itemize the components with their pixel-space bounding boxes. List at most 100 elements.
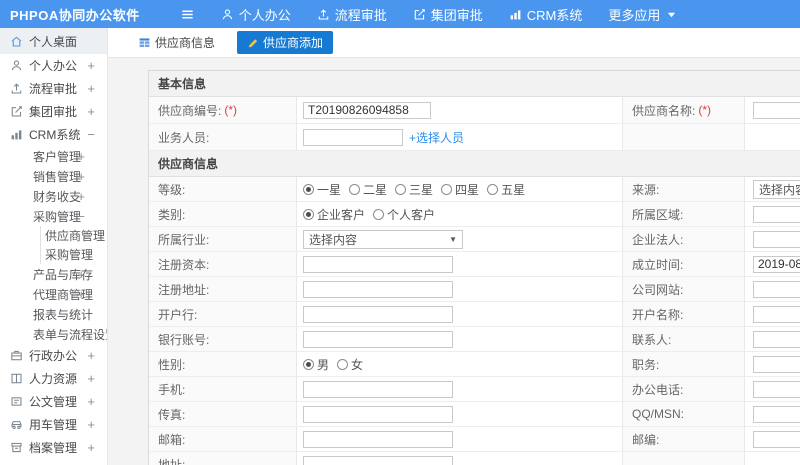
field-label: 成立时间: [623, 252, 745, 277]
radio-button[interactable] [337, 358, 349, 370]
text-input[interactable] [303, 380, 453, 398]
text-input[interactable] [753, 430, 800, 448]
field-label: 注册资本: [149, 252, 297, 277]
radio-label: 三星 [409, 182, 434, 197]
text-input[interactable] [753, 230, 800, 248]
collapse-minus-icon[interactable]: − [77, 209, 85, 224]
radio-button[interactable] [487, 183, 499, 195]
expand-plus-icon[interactable]: + [87, 348, 95, 363]
text-input[interactable] [753, 305, 800, 323]
sidebar-item[interactable]: 产品与库存 + [0, 264, 107, 284]
expand-plus-icon[interactable]: + [77, 267, 85, 282]
field-value-cell [745, 202, 800, 227]
topnav-item-label: 流程审批 [334, 7, 387, 23]
sidebar-item[interactable]: 用车管理 + [0, 413, 107, 436]
sidebar-item[interactable]: 档案管理 + [0, 436, 107, 459]
expand-plus-icon[interactable]: + [87, 81, 95, 96]
expand-plus-icon[interactable]: + [77, 169, 85, 184]
doc-icon [10, 395, 23, 408]
sidebar-item[interactable]: 个人办公 + [0, 54, 107, 77]
topnav-item[interactable]: 集团审批 [413, 5, 483, 24]
sidebar-item-label: 供应商管理 [45, 229, 106, 243]
radio-button[interactable] [303, 183, 314, 195]
topnav-item[interactable]: 个人办公 [221, 5, 291, 24]
topnav-item[interactable]: 更多应用 [608, 5, 676, 24]
form-row: 所属行业: 选择内容 ▼ 企业法人: [149, 227, 800, 252]
sidebar-item[interactable]: 代理商管理 + [0, 284, 107, 304]
field-label-text: 邮箱: [158, 432, 186, 447]
text-input[interactable] [753, 405, 800, 423]
chart-icon [509, 8, 522, 21]
field-value-cell: 男女 [297, 352, 623, 377]
field-label-text: 企业法人: [632, 232, 684, 247]
expand-plus-icon[interactable]: + [77, 189, 85, 204]
field-label: 等级: [149, 177, 297, 202]
text-input[interactable] [753, 280, 800, 298]
radio-button[interactable] [303, 208, 314, 220]
radio-button[interactable] [303, 358, 314, 370]
text-input[interactable] [303, 280, 453, 298]
select-dropdown[interactable]: 选择内容▼ [303, 229, 463, 249]
sidebar-item[interactable]: 销售管理 + [0, 166, 107, 186]
sidebar-item[interactable]: 集团审批 + [0, 100, 107, 123]
radio-label: 四星 [455, 182, 480, 197]
sidebar-item[interactable]: 个人桌面 [0, 28, 107, 54]
expand-plus-icon[interactable]: + [87, 440, 95, 455]
text-input[interactable] [303, 255, 453, 273]
text-input[interactable] [303, 455, 453, 465]
text-input[interactable] [303, 305, 453, 323]
sidebar-item-label: 流程审批 [29, 82, 78, 96]
sidebar-item[interactable]: 报表与统计 [0, 304, 107, 324]
sidebar-item[interactable]: 公文管理 + [0, 390, 107, 413]
form-row: 业务人员: +选择人员 [149, 124, 800, 151]
expand-plus-icon[interactable]: + [87, 371, 95, 386]
expand-plus-icon[interactable]: + [87, 58, 95, 73]
text-input[interactable] [303, 128, 403, 146]
text-input[interactable] [303, 430, 453, 448]
text-input[interactable] [753, 355, 800, 373]
form-row: 类别: 企业客户 个人客户 所属区域: [149, 202, 800, 227]
sidebar-item[interactable]: 采购管理 − [0, 206, 107, 226]
radio-button[interactable] [441, 183, 453, 195]
sidebar-item[interactable]: 流程审批 + [0, 77, 107, 100]
choose-person-link[interactable]: +选择人员 [409, 129, 464, 146]
radio-button[interactable] [395, 183, 407, 195]
text-input[interactable] [753, 255, 800, 273]
tree-line [40, 245, 41, 264]
form-row: 传真: QQ/MSN: [149, 402, 800, 427]
radio-label: 企业客户 [317, 207, 366, 222]
text-input[interactable] [303, 101, 431, 119]
text-input[interactable] [753, 330, 800, 348]
sidebar-item[interactable]: 表单与流程设置+ [0, 324, 107, 344]
radio-button[interactable] [349, 183, 361, 195]
text-input[interactable] [753, 205, 800, 223]
sidebar-item[interactable]: CRM系统 − [0, 123, 107, 146]
tab-active[interactable]: 供应商添加 [237, 31, 334, 54]
radio-button[interactable] [373, 208, 385, 220]
tab-inactive[interactable]: 供应商信息 [130, 31, 223, 54]
text-input[interactable] [753, 380, 800, 398]
text-input[interactable] [303, 330, 453, 348]
hamburger-icon[interactable] [180, 7, 195, 22]
form-row: 等级: 一星 二星 三星 四星 五星 来源: 选择内容▼ [149, 177, 800, 202]
collapse-minus-icon[interactable]: − [87, 127, 95, 142]
sidebar-item[interactable]: 行政办公 + [0, 344, 107, 367]
expand-plus-icon[interactable]: + [77, 287, 85, 302]
expand-plus-icon[interactable]: + [77, 149, 85, 164]
text-input[interactable] [303, 405, 453, 423]
sidebar-item[interactable]: 人力资源 + [0, 367, 107, 390]
field-label: 公司网站: [623, 277, 745, 302]
expand-plus-icon[interactable]: + [87, 104, 95, 119]
sidebar-item[interactable]: 财务收支 + [0, 186, 107, 206]
sidebar-item[interactable]: 供应商管理 [0, 226, 107, 245]
topnav-item[interactable]: 流程审批 [317, 5, 387, 24]
select-dropdown[interactable]: 选择内容▼ [753, 179, 800, 199]
topnav-item[interactable]: CRM系统 [509, 5, 582, 24]
archive-icon [10, 441, 23, 454]
expand-plus-icon[interactable]: + [87, 394, 95, 409]
form-row: 性别: 男女职务: [149, 352, 800, 377]
expand-plus-icon[interactable]: + [87, 417, 95, 432]
sidebar-item[interactable]: 客户管理 + [0, 146, 107, 166]
text-input[interactable] [753, 101, 800, 119]
sidebar-item[interactable]: 采购管理 [0, 245, 107, 264]
